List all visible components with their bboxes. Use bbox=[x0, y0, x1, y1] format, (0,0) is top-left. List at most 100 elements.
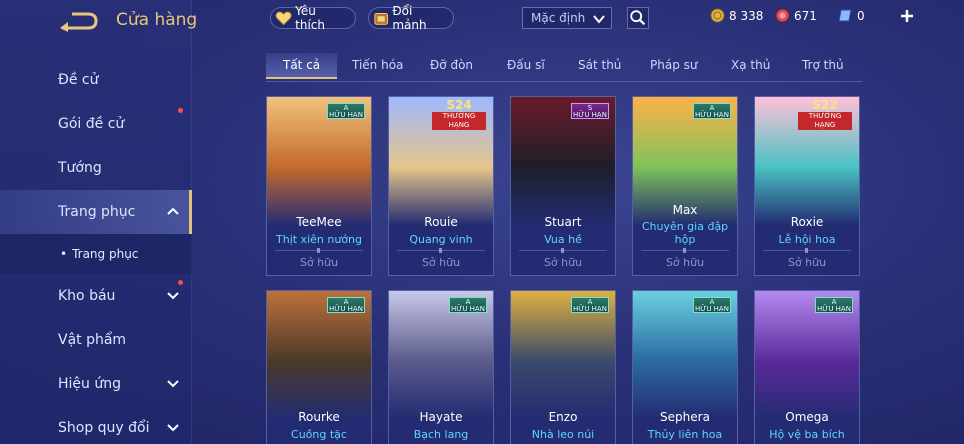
back-button[interactable] bbox=[58, 8, 98, 34]
grade-badge: A HỮU HẠN bbox=[693, 103, 731, 119]
chevron-down-icon bbox=[167, 424, 179, 432]
sidebar-item-label: Vật phẩm bbox=[58, 332, 127, 348]
chevron-down-icon bbox=[167, 292, 179, 300]
heart-icon bbox=[275, 11, 292, 26]
bullet-icon: • bbox=[60, 247, 68, 261]
tab-do-don[interactable]: Đỡ đòn bbox=[430, 58, 473, 72]
tab-tien-hoa[interactable]: Tiến hóa bbox=[352, 58, 403, 72]
chevron-up-icon bbox=[167, 207, 179, 215]
divider bbox=[275, 248, 363, 253]
skin-card[interactable]: S HỮU HẠN Stuart Vua hề Sở hữu bbox=[510, 96, 616, 276]
skin-name: Nhà leo núi bbox=[531, 428, 595, 441]
sidebar-item-de-cu[interactable]: Đề cử bbox=[0, 58, 192, 102]
exchange-shards-button[interactable]: Đổi mảnh bbox=[368, 4, 454, 32]
sidebar-nav: Đề cử Gói đề cử Tướng Trang phục • Trang… bbox=[0, 58, 192, 444]
sidebar-item-label: Kho báu bbox=[58, 288, 116, 304]
hero-name: Sephera bbox=[660, 410, 710, 424]
hero-name: TeeMee bbox=[296, 215, 342, 229]
sidebar-item-vat-pham[interactable]: Vật phẩm bbox=[0, 318, 192, 362]
sidebar: Cửa hàng Đề cử Gói đề cử Tướng Trang phụ… bbox=[0, 0, 197, 444]
skin-name: Lễ hội hoa bbox=[778, 233, 836, 246]
sidebar-subitem-trang-phuc[interactable]: • Trang phục bbox=[0, 234, 192, 274]
sidebar-subitem-label: Trang phục bbox=[72, 247, 139, 261]
search-button[interactable] bbox=[627, 7, 649, 29]
divider bbox=[763, 248, 851, 253]
tab-phap-su[interactable]: Pháp sư bbox=[650, 58, 697, 72]
sidebar-item-goi-de-cu[interactable]: Gói đề cử bbox=[0, 102, 192, 146]
category-tabs: Tất cả Tiến hóa Đỡ đòn Đấu sĩ Sát thủ Ph… bbox=[266, 53, 862, 82]
skin-name: Cuồng tặc bbox=[291, 428, 347, 441]
skin-card[interactable]: A HỮU HẠN Enzo Nhà leo núi bbox=[510, 290, 616, 444]
tab-tat-ca[interactable]: Tất cả bbox=[266, 53, 338, 79]
sidebar-item-label: Gói đề cử bbox=[58, 116, 125, 132]
grade-badge: A HỮU HẠN bbox=[449, 297, 487, 313]
hero-name: Stuart bbox=[544, 215, 582, 229]
chevron-down-icon bbox=[167, 380, 179, 388]
skin-name: Vua hề bbox=[544, 233, 582, 246]
ruby-icon bbox=[775, 8, 790, 23]
favorites-button[interactable]: Yêu thích bbox=[270, 4, 356, 32]
skin-card[interactable]: S24 THƯỞNG HẠNG Rouie Quang vinh Sở hữu bbox=[388, 96, 494, 276]
owned-status: Sở hữu bbox=[421, 256, 461, 269]
owned-status: Sở hữu bbox=[299, 256, 339, 269]
gold-coin-icon bbox=[710, 8, 725, 23]
skin-card[interactable]: A HỮU HẠN TeeMee Thịt xiên nướng Sở hữu bbox=[266, 96, 372, 276]
sidebar-item-label: Hiệu ứng bbox=[58, 376, 121, 392]
grade-badge: A HỮU HẠN bbox=[693, 297, 731, 313]
skin-name: Quang vinh bbox=[409, 233, 473, 246]
sidebar-item-tuong[interactable]: Tướng bbox=[0, 146, 192, 190]
skin-name: Thịt xiên nướng bbox=[276, 233, 362, 246]
divider bbox=[641, 248, 729, 253]
voucher-icon bbox=[838, 9, 852, 22]
skin-card[interactable]: A HỮU HẠN Sephera Thủy liên hoa bbox=[632, 290, 738, 444]
tab-xa-thu[interactable]: Xạ thủ bbox=[731, 58, 770, 72]
grade-badge: S HỮU HẠN bbox=[571, 103, 609, 119]
ruby-value: 671 bbox=[794, 8, 817, 23]
chevron-down-icon bbox=[593, 15, 605, 24]
skin-name: Hộ vệ ba bích bbox=[769, 428, 845, 441]
plus-icon[interactable] bbox=[899, 8, 915, 24]
sidebar-item-trang-phuc[interactable]: Trang phục bbox=[0, 190, 192, 234]
sidebar-item-label: Tướng bbox=[58, 160, 102, 176]
skin-name: Thủy liên hoa bbox=[647, 428, 723, 441]
skin-name: Bạch lang bbox=[413, 428, 469, 441]
skin-card[interactable]: S22 THƯỞNG HẠNG Roxie Lễ hội hoa Sở hữu bbox=[754, 96, 860, 276]
skin-card[interactable]: A HỮU HẠN Max Chuyên gia đập hộp Sở hữu bbox=[632, 96, 738, 276]
season-rank-badge: S22 THƯỞNG HẠNG bbox=[795, 99, 855, 130]
page-title: Cửa hàng bbox=[116, 10, 198, 30]
exchange-label: Đổi mảnh bbox=[392, 4, 427, 32]
hero-name: Enzo bbox=[548, 410, 578, 424]
sidebar-item-label: Shop quy đổi bbox=[58, 420, 150, 436]
divider bbox=[519, 248, 607, 253]
hero-name: Omega bbox=[785, 410, 829, 424]
shard-chest-icon bbox=[374, 13, 388, 25]
skin-card[interactable]: A HỮU HẠN Hayate Bạch lang bbox=[388, 290, 494, 444]
notification-dot bbox=[178, 108, 183, 113]
divider bbox=[397, 248, 485, 253]
sort-value: Mặc định bbox=[531, 11, 586, 25]
voucher-value: 0 bbox=[857, 8, 865, 23]
hero-name: Max bbox=[672, 203, 698, 217]
favorites-label: Yêu thích bbox=[295, 4, 326, 32]
skin-name: Chuyên gia đập hộp bbox=[641, 220, 729, 246]
owned-status: Sở hữu bbox=[543, 256, 583, 269]
grade-badge: A HỮU HẠN bbox=[327, 103, 365, 119]
sort-select[interactable]: Mặc định bbox=[522, 7, 612, 29]
season-rank-badge: S24 THƯỞNG HẠNG bbox=[429, 99, 489, 130]
owned-status: Sở hữu bbox=[787, 256, 827, 269]
hero-name: Hayate bbox=[419, 410, 463, 424]
skin-card[interactable]: A HỮU HẠN Rourke Cuồng tặc bbox=[266, 290, 372, 444]
gold-value: 8 338 bbox=[729, 8, 764, 23]
tab-tro-thu[interactable]: Trợ thủ bbox=[802, 58, 844, 72]
skin-card[interactable]: A HỮU HẠN Omega Hộ vệ ba bích bbox=[754, 290, 860, 444]
sidebar-item-kho-bau[interactable]: Kho báu bbox=[0, 274, 192, 318]
ruby-counter: 671 bbox=[775, 8, 817, 23]
hero-name: Rourke bbox=[298, 410, 340, 424]
sidebar-item-hieu-ung[interactable]: Hiệu ứng bbox=[0, 362, 192, 406]
tab-sat-thu[interactable]: Sát thủ bbox=[578, 58, 621, 72]
sidebar-item-shop-quy-doi[interactable]: Shop quy đổi bbox=[0, 406, 192, 444]
tab-dau-si[interactable]: Đấu sĩ bbox=[507, 58, 545, 72]
grade-badge: A HỮU HẠN bbox=[815, 297, 853, 313]
voucher-counter: 0 bbox=[838, 8, 865, 23]
search-icon bbox=[630, 10, 646, 26]
